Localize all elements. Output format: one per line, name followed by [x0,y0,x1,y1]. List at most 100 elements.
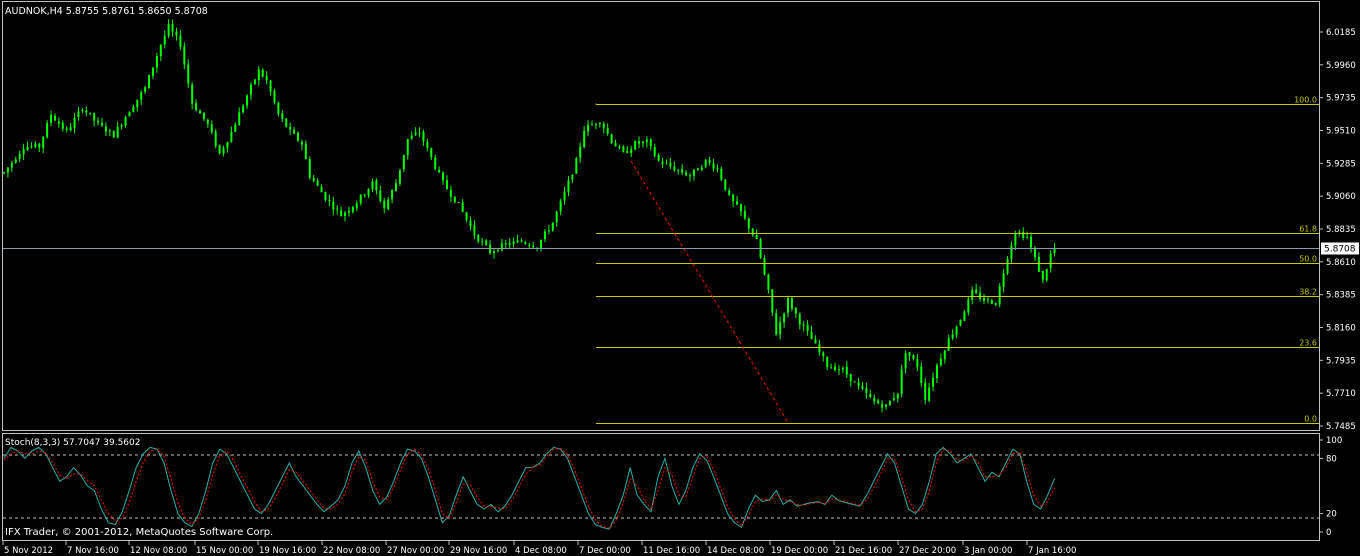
candle-body [53,115,56,121]
candle-body [763,258,766,275]
time-tick-label: 22 Nov 08:00 [323,546,380,556]
candle-body [253,79,256,84]
candle-body [594,123,597,125]
candle-body [108,130,111,132]
candle-body [516,240,519,243]
candle [457,201,460,204]
candle-body [414,132,417,135]
candle-body [367,188,370,196]
candle-body [751,229,754,235]
candle-body [802,324,805,326]
trading-chart[interactable]: 100.0 61.8 50.0 38.2 23.6 0.0 6.0185 5.9960 5.9… [0,0,1360,556]
candle-body [430,148,433,158]
price-tick-label: 5.8835 [1326,225,1356,235]
candle-body [442,172,445,181]
candle-body [873,397,876,402]
candle-body [328,200,331,202]
candle-body [46,122,49,138]
candle-body [171,24,174,32]
candle-body [935,365,938,379]
candle-body [77,111,80,118]
candle-body [865,388,868,394]
time-tick-label: 12 Nov 08:00 [130,546,187,556]
candle-body [849,373,852,382]
fib-level-label: 23.6 [1299,339,1317,348]
candle-body [622,146,625,152]
candle-body [520,240,523,242]
candle-body [112,130,115,138]
time-tick-label: 29 Nov 16:00 [450,546,507,556]
candle-body [810,331,813,340]
candle-body [861,386,864,389]
candle-body [947,337,950,351]
candle-body [532,245,535,247]
time-tick-label: 7 Jan 16:00 [1028,546,1076,556]
candle-body [210,124,213,133]
candle-body [559,200,562,212]
candle-body [543,231,546,240]
candle [214,129,217,149]
candle-body [136,99,139,108]
candle-body [57,121,60,124]
time-tick-label: 27 Dec 20:00 [899,546,956,556]
candle-body [473,225,476,236]
candle-body [657,154,660,161]
candle-body [273,90,276,103]
candle-body [457,202,460,204]
candle-body [289,127,292,130]
candle-body [395,183,397,192]
fib-level-label: 38.2 [1299,288,1317,297]
candle-body [81,109,84,112]
candle-body [187,64,190,84]
candle-body [892,398,895,401]
candle-body [332,201,335,210]
candle-body [818,344,821,352]
candle [273,88,276,105]
candle-body [955,326,958,336]
price-tick-label: 5.9060 [1326,192,1356,202]
candle-body [787,297,789,313]
candle-body [93,113,96,121]
candle-body [822,352,825,357]
candle-body [1010,245,1013,259]
candle-body [469,220,472,227]
candle-body [924,382,927,400]
candle-body [340,210,343,217]
candle-body [1045,269,1048,281]
candle-body [645,139,648,143]
candle-body [124,117,127,127]
symbol-header: AUDNOK,H4 5.8755 5.8761 5.8650 5.8708 [5,6,208,17]
candle-body [1049,253,1052,269]
candle-body [238,112,241,126]
candle-body [673,166,676,171]
candle-body [834,366,837,371]
candle-body [916,359,919,367]
candle-body [89,112,92,114]
candle [551,222,554,232]
candle-body [312,178,315,182]
candle-body [449,189,452,197]
candle-body [767,274,770,290]
candle-body [453,196,456,203]
candle-body [908,352,911,356]
candle [218,144,221,155]
candle-body [618,146,621,148]
candle-body [790,297,793,309]
candle-body [179,35,182,47]
candle-body [22,149,25,155]
candle-body [885,404,887,407]
candle-body [841,367,844,370]
candle-body [18,153,21,160]
candle-body [704,159,707,167]
candle-body [524,242,527,244]
candle-body [779,322,782,335]
candle-body [951,334,954,339]
candle-body [387,199,390,210]
candle-body [324,191,327,200]
candle-body [202,112,205,120]
candle-body [728,190,731,195]
candle [112,130,115,138]
candle-body [551,222,554,231]
stoch-tick-label: 80 [1326,454,1337,464]
candle-body [167,24,170,36]
